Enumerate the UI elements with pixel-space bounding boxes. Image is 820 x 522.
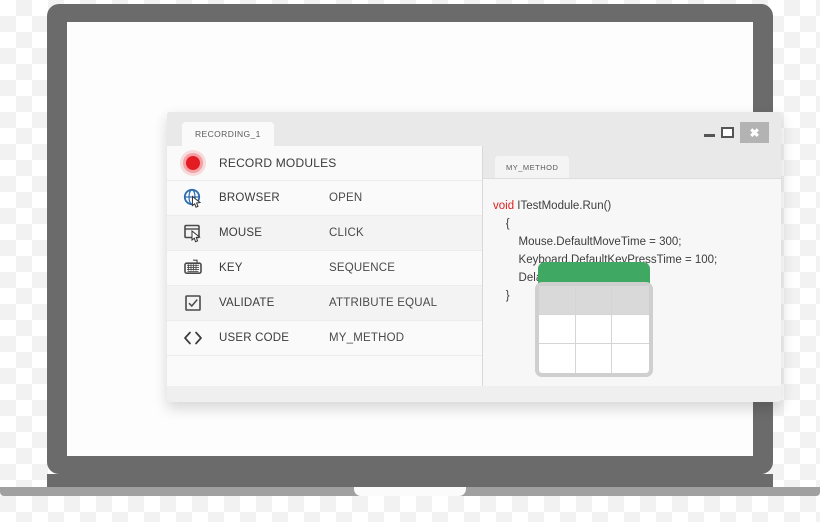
laptop-trackpad-notch [354,487,466,496]
calendar-grid [539,286,649,373]
laptop-illustration: RECORDING_1 ✖ RECORD MODULES BROWSER OPE… [47,4,781,474]
list-item-label: KEY [219,262,243,274]
record-modules-header[interactable]: RECORD MODULES [167,146,482,181]
list-item[interactable]: MOUSE CLICK [167,216,482,251]
window-controls: ✖ [704,122,769,143]
list-item-label: USER CODE [219,332,290,344]
code-keyword: void [493,200,515,212]
code-line: Mouse.DefaultMoveTime = 300; [493,236,682,248]
record-icon [167,150,219,176]
maximize-icon[interactable] [721,127,734,138]
checkbox-check-icon [167,293,219,313]
list-item-value: OPEN [329,192,363,204]
application-window: RECORDING_1 ✖ RECORD MODULES BROWSER OPE… [167,112,781,402]
mouse-window-cursor-icon [167,223,219,243]
angle-brackets-icon [167,328,219,348]
laptop-base [0,474,820,496]
close-icon[interactable]: ✖ [740,122,769,143]
keyboard-icon [167,258,219,278]
list-item-value: CLICK [329,227,364,239]
tab-my-method[interactable]: MY_METHOD [495,156,570,178]
browser-globe-cursor-icon [167,188,219,208]
tab-recording-1[interactable]: RECORDING_1 [182,122,274,146]
list-item-label: MOUSE [219,227,263,239]
list-item-label: VALIDATE [219,297,275,309]
minimize-icon[interactable] [704,134,715,137]
tab-my-method-label: MY_METHOD [506,162,559,172]
laptop-screen: RECORDING_1 ✖ RECORD MODULES BROWSER OPE… [67,22,781,456]
tab-recording-1-label: RECORDING_1 [195,129,261,139]
window-titlebar: RECORDING_1 ✖ [167,112,781,146]
list-item[interactable]: USER CODE MY_METHOD [167,321,482,356]
calendar-grid-badge [535,262,653,377]
list-item-label: BROWSER [219,192,280,204]
code-signature: ITestModule.Run() [514,200,612,212]
list-item-value: ATTRIBUTE EQUAL [329,297,438,309]
code-line: } [493,290,510,302]
calendar-body [535,282,653,377]
laptop-base-bar [47,474,773,487]
record-modules-label: RECORD MODULES [219,156,337,170]
list-item-value: SEQUENCE [329,262,396,274]
list-item-value: MY_METHOD [329,332,405,344]
list-item[interactable]: KEY SEQUENCE [167,251,482,286]
list-item[interactable]: BROWSER OPEN [167,181,482,216]
record-modules-panel: RECORD MODULES BROWSER OPEN MOUSE CLICK … [167,146,482,386]
list-item[interactable]: VALIDATE ATTRIBUTE EQUAL [167,286,482,321]
window-body: RECORD MODULES BROWSER OPEN MOUSE CLICK … [167,146,781,386]
code-line: { [493,218,510,230]
